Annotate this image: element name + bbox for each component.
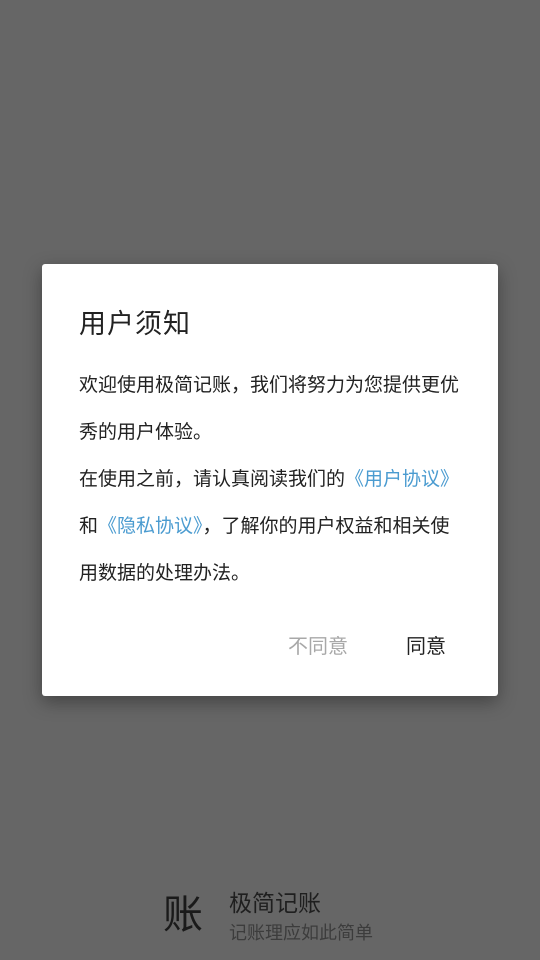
app-slogan: 记账理应如此简单 bbox=[229, 923, 373, 944]
agreement-prefix-text: 在使用之前，请认真阅读我们的 bbox=[79, 468, 346, 490]
agree-button[interactable]: 同意 bbox=[406, 630, 446, 659]
privacy-policy-link[interactable]: 《隐私协议》 bbox=[98, 515, 203, 537]
dialog-body: 欢迎使用极简记账，我们将努力为您提供更优秀的用户体验。 在使用之前，请认真阅读我… bbox=[79, 362, 463, 597]
dialog-title: 用户须知 bbox=[79, 309, 191, 340]
disagree-button[interactable]: 不同意 bbox=[288, 630, 348, 659]
dialog-actions: 不同意 同意 bbox=[42, 630, 498, 670]
agreement-paragraph: 在使用之前，请认真阅读我们的《用户协议》和《隐私协议》，了解你的用户权益和相关使… bbox=[79, 456, 463, 597]
app-name: 极简记账 bbox=[229, 891, 321, 917]
app-logo-icon: 账 bbox=[163, 892, 203, 938]
user-notice-dialog: 用户须知 欢迎使用极简记账，我们将努力为您提供更优秀的用户体验。 在使用之前，请… bbox=[42, 264, 498, 696]
user-agreement-link[interactable]: 《用户协议》 bbox=[345, 468, 459, 490]
and-text: 和 bbox=[79, 515, 99, 537]
splash-screen: 用户须知 欢迎使用极简记账，我们将努力为您提供更优秀的用户体验。 在使用之前，请… bbox=[0, 0, 540, 960]
welcome-paragraph: 欢迎使用极简记账，我们将努力为您提供更优秀的用户体验。 bbox=[79, 374, 460, 443]
